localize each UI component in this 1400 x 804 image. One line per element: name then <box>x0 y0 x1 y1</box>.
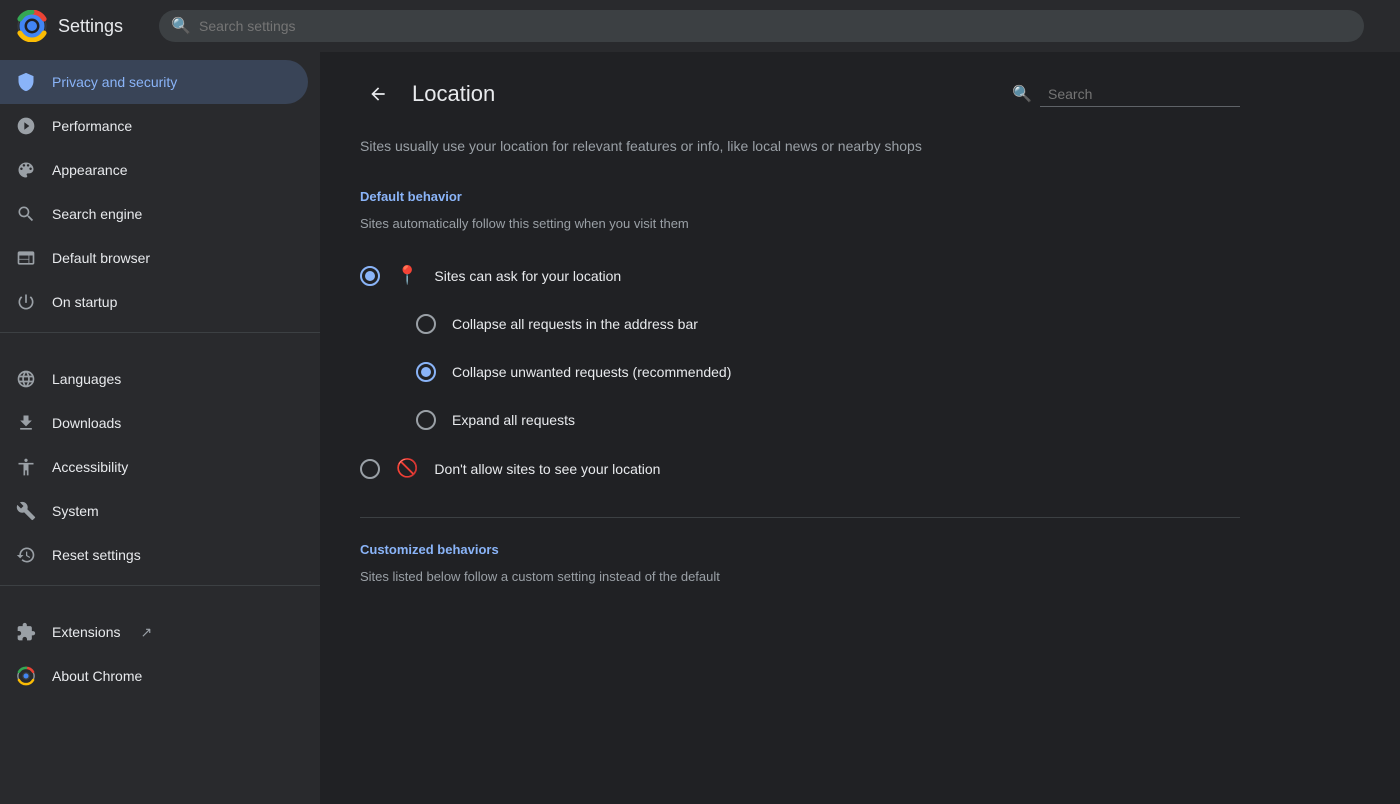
sidebar-item-accessibility[interactable]: Accessibility <box>0 445 308 489</box>
sidebar-item-reset-settings[interactable]: Reset settings <box>0 533 308 577</box>
radio-circle-collapse-all <box>416 314 436 334</box>
page-search-wrap: 🔍 <box>1012 82 1240 107</box>
sidebar-item-downloads-label: Downloads <box>52 415 121 431</box>
system-icon <box>16 501 36 521</box>
appearance-icon <box>16 160 36 180</box>
location-blocked-icon: 🚫 <box>396 458 418 479</box>
default-behavior-subtitle: Sites automatically follow this setting … <box>360 216 1240 231</box>
page-search-icon: 🔍 <box>1012 84 1032 104</box>
sidebar-item-languages-label: Languages <box>52 371 121 387</box>
performance-icon <box>16 116 36 136</box>
radio-label-expand-all: Expand all requests <box>452 412 575 428</box>
radio-option-collapse-unwanted[interactable]: Collapse unwanted requests (recommended) <box>360 348 1240 396</box>
sidebar-item-appearance[interactable]: Appearance <box>0 148 308 192</box>
page-description: Sites usually use your location for rele… <box>360 136 1240 157</box>
sidebar-item-on-startup[interactable]: On startup <box>0 280 308 324</box>
radio-option-collapse-all[interactable]: Collapse all requests in the address bar <box>360 300 1240 348</box>
sidebar-divider-1 <box>0 332 320 333</box>
customized-behaviors-subtitle: Sites listed below follow a custom setti… <box>360 569 1240 584</box>
sidebar-item-extensions-label: Extensions <box>52 624 120 640</box>
sidebar-item-privacy-security[interactable]: Privacy and security <box>0 60 308 104</box>
sidebar-item-performance[interactable]: Performance <box>0 104 308 148</box>
radio-label-ask: Sites can ask for your location <box>434 268 621 284</box>
radio-group-location: 📍 Sites can ask for your location Collap… <box>360 251 1240 493</box>
sidebar-item-about-chrome[interactable]: About Chrome <box>0 654 308 698</box>
radio-label-dont-allow: Don't allow sites to see your location <box>434 461 660 477</box>
sidebar-item-search-engine-label: Search engine <box>52 206 142 222</box>
location-pin-icon: 📍 <box>396 265 418 286</box>
radio-circle-expand-all <box>416 410 436 430</box>
sidebar-item-downloads[interactable]: Downloads <box>0 401 308 445</box>
main-layout: Privacy and security Performance Appeara… <box>0 52 1400 804</box>
languages-icon <box>16 369 36 389</box>
radio-label-collapse-all: Collapse all requests in the address bar <box>452 316 698 332</box>
sidebar-item-appearance-label: Appearance <box>52 162 128 178</box>
default-browser-icon <box>16 248 36 268</box>
topbar-search-input[interactable] <box>159 10 1364 42</box>
logo-area: Settings <box>16 10 123 42</box>
customized-behaviors-title: Customized behaviors <box>360 542 1240 557</box>
sidebar-item-languages[interactable]: Languages <box>0 357 308 401</box>
sidebar-item-reset-settings-label: Reset settings <box>52 547 141 563</box>
topbar-search-icon: 🔍 <box>171 16 191 36</box>
sidebar-item-default-browser[interactable]: Default browser <box>0 236 308 280</box>
extensions-icon <box>16 622 36 642</box>
about-chrome-icon <box>16 666 36 686</box>
radio-option-expand-all[interactable]: Expand all requests <box>360 396 1240 444</box>
accessibility-icon <box>16 457 36 477</box>
external-link-icon: ↗ <box>140 624 152 641</box>
back-button[interactable] <box>360 76 396 112</box>
sidebar-item-system-label: System <box>52 503 99 519</box>
page-header-left: Location <box>360 76 495 112</box>
on-startup-icon <box>16 292 36 312</box>
page-title: Location <box>412 81 495 107</box>
sidebar-item-privacy-security-label: Privacy and security <box>52 74 177 90</box>
chrome-logo-icon <box>16 10 48 42</box>
page-search-input[interactable] <box>1040 82 1240 107</box>
shield-icon <box>16 72 36 92</box>
radio-circle-collapse-unwanted <box>416 362 436 382</box>
sidebar-item-extensions[interactable]: Extensions ↗ <box>0 610 308 654</box>
radio-circle-dont-allow <box>360 459 380 479</box>
radio-option-ask[interactable]: 📍 Sites can ask for your location <box>360 251 1240 300</box>
content-divider <box>360 517 1240 518</box>
sidebar: Privacy and security Performance Appeara… <box>0 52 320 804</box>
search-engine-icon <box>16 204 36 224</box>
settings-title: Settings <box>58 16 123 37</box>
sidebar-item-performance-label: Performance <box>52 118 132 134</box>
page-header: Location 🔍 <box>360 76 1240 112</box>
content-area: Location 🔍 Sites usually use your locati… <box>320 52 1400 804</box>
sidebar-item-on-startup-label: On startup <box>52 294 117 310</box>
radio-option-dont-allow[interactable]: 🚫 Don't allow sites to see your location <box>360 444 1240 493</box>
sidebar-item-default-browser-label: Default browser <box>52 250 150 266</box>
reset-settings-icon <box>16 545 36 565</box>
topbar-search-area: 🔍 <box>159 10 1364 42</box>
sidebar-item-about-chrome-label: About Chrome <box>52 668 142 684</box>
sidebar-divider-2 <box>0 585 320 586</box>
sidebar-item-system[interactable]: System <box>0 489 308 533</box>
sidebar-item-search-engine[interactable]: Search engine <box>0 192 308 236</box>
radio-label-collapse-unwanted: Collapse unwanted requests (recommended) <box>452 364 731 380</box>
downloads-icon <box>16 413 36 433</box>
radio-circle-ask <box>360 266 380 286</box>
sidebar-item-accessibility-label: Accessibility <box>52 459 128 475</box>
default-behavior-title: Default behavior <box>360 189 1240 204</box>
topbar: Settings 🔍 <box>0 0 1400 52</box>
